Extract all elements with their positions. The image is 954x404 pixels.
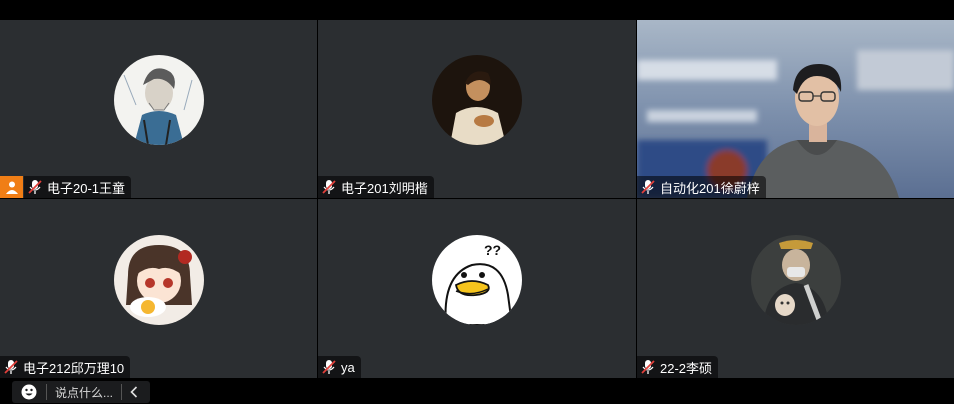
mic-muted-icon xyxy=(322,180,336,194)
participant-name: 电子212邱万理10 xyxy=(23,360,125,376)
participant-nametag: 电子212邱万理10 xyxy=(0,356,131,378)
participant-avatar: ?? xyxy=(432,234,522,325)
participant-nametag: ya xyxy=(318,356,361,378)
participant-video xyxy=(637,20,954,198)
participant-name: 22-2李硕 xyxy=(660,360,713,376)
participant-avatar xyxy=(113,55,204,145)
chat-input[interactable]: 说点什么... xyxy=(55,384,113,401)
participant-name: 电子201刘明楷 xyxy=(341,180,428,196)
participant-avatar xyxy=(432,55,522,145)
participant-name: ya xyxy=(341,359,355,375)
emoji-icon[interactable] xyxy=(18,384,40,400)
participant-tile[interactable]: 22-2李硕 xyxy=(637,199,954,378)
participant-tile[interactable]: 电子20-1王童 xyxy=(0,20,317,198)
chevron-left-icon[interactable] xyxy=(126,386,142,398)
participant-avatar xyxy=(750,234,841,325)
top-bar xyxy=(0,0,954,20)
participant-nametag: 电子20-1王童 xyxy=(24,176,132,198)
participant-nametag: 电子201刘明楷 xyxy=(318,176,434,198)
mic-muted-icon xyxy=(641,360,655,374)
participant-name: 电子20-1王童 xyxy=(47,180,126,196)
chat-input-bar[interactable]: 说点什么... xyxy=(12,381,150,403)
participant-name: 自动化201徐蔚梓 xyxy=(660,180,760,196)
divider xyxy=(46,384,47,400)
bottom-toolbar: 说点什么... xyxy=(0,378,954,404)
participant-tile[interactable]: 电子201刘明楷 xyxy=(318,20,636,198)
participant-nametag: 22-2李硕 xyxy=(637,356,719,378)
participant-tile[interactable]: 电子212邱万理10 xyxy=(0,199,317,378)
svg-text:??: ?? xyxy=(484,242,501,258)
participant-avatar xyxy=(113,234,204,325)
participant-tile[interactable]: ?? ya xyxy=(318,199,636,378)
mic-muted-icon xyxy=(641,180,655,194)
video-grid: 电子20-1王童 电子201刘明楷 自动化201徐蔚梓 电子212邱万理10 ?… xyxy=(0,20,954,378)
mic-muted-icon xyxy=(4,360,18,374)
mic-muted-icon xyxy=(28,180,42,194)
mic-muted-icon xyxy=(322,360,336,374)
host-badge-icon xyxy=(0,176,23,198)
divider xyxy=(121,384,123,400)
participant-nametag: 自动化201徐蔚梓 xyxy=(637,176,766,198)
participant-tile[interactable]: 自动化201徐蔚梓 xyxy=(637,20,954,198)
